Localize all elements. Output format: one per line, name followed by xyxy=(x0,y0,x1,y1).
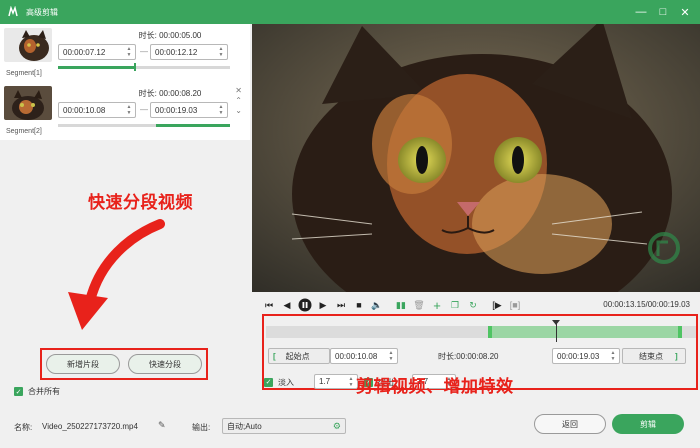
segment-item[interactable]: Segment[1] 时长: 00:00:05.00 00:00:07.12 ▲ ▼… xyxy=(0,24,250,82)
step-forward-icon[interactable]: ▶ xyxy=(314,296,332,314)
delete-icon[interactable]: 🗑 xyxy=(410,296,428,314)
segment-label: Segment[1] xyxy=(6,70,42,77)
go-start-icon[interactable]: ⏮ xyxy=(260,296,278,314)
output-select[interactable]: 自动;Auto ⚙ xyxy=(222,418,346,434)
output-label: 输出: xyxy=(192,423,211,432)
segment-progress xyxy=(58,63,230,71)
close-icon[interactable]: ✕ xyxy=(674,0,696,24)
segment-actions: ✕ ⌃ ⌄ xyxy=(235,86,242,116)
segment-list: Segment[1] 时长: 00:00:05.00 00:00:07.12 ▲ ▼… xyxy=(0,24,250,140)
segment-end-input[interactable]: 00:00:12.12 ▲ ▼ xyxy=(150,44,228,60)
pause-icon[interactable] xyxy=(296,296,314,314)
window-title: 高级剪辑 xyxy=(26,7,58,17)
add-icon[interactable]: + xyxy=(428,296,446,314)
file-name-value: Video_250227173720.mp4 xyxy=(42,422,138,431)
fade-in-input[interactable]: 1.7 ▲ ▼ xyxy=(314,374,358,389)
end-time-input[interactable]: 00:00:19.03 ▲ ▼ xyxy=(552,348,620,364)
add-segment-button[interactable]: 新增片段 xyxy=(46,354,120,374)
segment-label: Segment[2] xyxy=(6,128,42,135)
duration-display: 时长:00:00:08.20 xyxy=(438,352,499,361)
fade-in-label: 淡入 xyxy=(278,377,294,387)
video-preview[interactable] xyxy=(252,24,700,292)
set-start-button[interactable]: [起始点 xyxy=(268,348,330,364)
split-icon[interactable]: ▮▮ xyxy=(392,296,410,314)
maximize-icon[interactable]: □ xyxy=(652,0,674,24)
merge-all-checkbox[interactable]: ✓ 合并所有 xyxy=(14,386,60,397)
copy-icon[interactable]: ❐ xyxy=(446,296,464,314)
mark-in-icon[interactable]: [▶ xyxy=(488,296,506,314)
reset-icon[interactable]: ↻ xyxy=(464,296,482,314)
check-icon: ✓ xyxy=(14,387,23,396)
edit-button[interactable]: 剪辑 xyxy=(612,414,684,434)
set-end-button[interactable]: 结束点] xyxy=(622,348,686,364)
stop-icon[interactable]: ■ xyxy=(350,296,368,314)
title-bar: 高级剪辑 — □ ✕ xyxy=(0,0,700,24)
gear-icon[interactable]: ⚙ xyxy=(333,421,341,432)
chevron-up-icon[interactable]: ⌃ xyxy=(235,96,242,106)
range-dash: — xyxy=(140,105,148,114)
go-end-icon[interactable]: ⏭ xyxy=(332,296,350,314)
segment-thumbnail xyxy=(4,86,52,120)
annotation-edit-effects: 剪辑视频、增加特效 xyxy=(356,377,514,396)
start-time-input[interactable]: 00:00:10.08 ▲ ▼ xyxy=(330,348,398,364)
annotation-quick-split: 快速分段视频 xyxy=(88,193,193,212)
step-back-icon[interactable]: ◀ xyxy=(278,296,296,314)
segment-thumbnail xyxy=(4,28,52,62)
fade-in-checkbox[interactable]: ✓ 淡入 xyxy=(264,375,294,389)
quick-split-button[interactable]: 快速分段 xyxy=(128,354,202,374)
close-icon[interactable]: ✕ xyxy=(235,86,242,96)
player-toolbar: ⏮ ◀ ▶ ⏭ ■ 🔈 ▮▮ 🗑 + ❐ ↻ [▶ [■] xyxy=(260,296,524,314)
range-dash: — xyxy=(140,47,148,56)
playhead-handle[interactable] xyxy=(552,320,560,325)
segment-start-input[interactable]: 00:00:07.12 ▲ ▼ xyxy=(58,44,136,60)
check-icon: ✓ xyxy=(264,377,273,387)
playback-timecode: 00:00:13.15/00:00:19.03 xyxy=(603,300,690,309)
segment-item[interactable]: Segment[2] 时长: 00:00:08.20 00:00:10.08 ▲ ▼… xyxy=(0,82,250,140)
segment-progress xyxy=(58,124,230,127)
merge-all-label: 合并所有 xyxy=(28,387,60,396)
file-name-label: 名称: xyxy=(14,423,33,432)
arrow-icon xyxy=(68,219,165,330)
pencil-icon[interactable]: ✎ xyxy=(158,420,166,431)
segment-start-input[interactable]: 00:00:10.08 ▲ ▼ xyxy=(58,102,136,118)
chevron-down-icon[interactable]: ⌄ xyxy=(235,106,242,116)
volume-icon[interactable]: 🔈 xyxy=(368,296,386,314)
app-logo-icon xyxy=(6,5,20,19)
mark-out-icon[interactable]: [■] xyxy=(506,296,524,314)
segment-duration: 时长: 00:00:05.00 xyxy=(138,31,202,40)
timeline-selection[interactable] xyxy=(488,326,682,338)
segment-duration: 时长: 00:00:08.20 xyxy=(138,89,202,98)
minimize-icon[interactable]: — xyxy=(630,0,652,24)
back-button[interactable]: 返回 xyxy=(534,414,606,434)
segment-end-input[interactable]: 00:00:19.03 ▲ ▼ xyxy=(150,102,228,118)
